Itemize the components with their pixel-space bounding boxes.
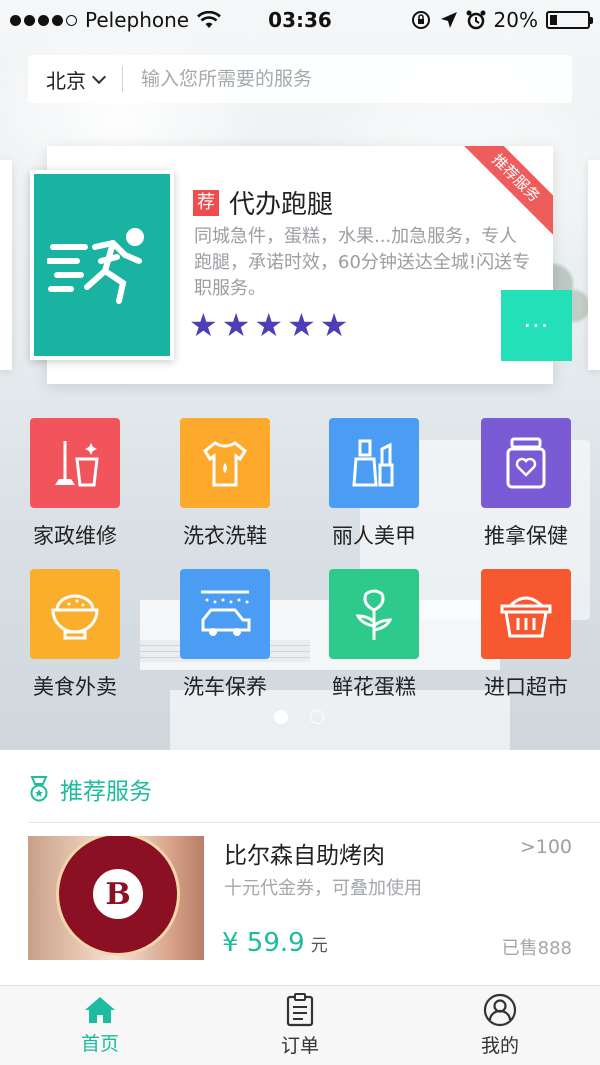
star-icon: ★	[319, 306, 349, 344]
category-2[interactable]: 洗衣洗鞋	[165, 418, 285, 550]
category-5[interactable]: 美食外卖	[15, 569, 135, 701]
wifi-icon	[197, 11, 222, 28]
category-tile[interactable]	[30, 569, 120, 659]
list-item[interactable]: B 比尔森自助烤肉 >100 十元代金券，可叠加使用 ¥ 59.9 元 已售88…	[28, 836, 572, 960]
battery-percentage: 20%	[493, 8, 538, 32]
tab-profile[interactable]: 我的	[400, 986, 600, 1065]
star-icon: ★	[287, 306, 316, 344]
more-options-button[interactable]: ···	[501, 290, 572, 361]
logo-letter-b: B	[90, 866, 146, 922]
star-icon: ★	[254, 306, 284, 344]
rotation-lock-icon	[411, 11, 430, 29]
page-dot-2[interactable]	[310, 710, 324, 724]
car-wash-icon	[201, 590, 251, 636]
category-tile[interactable]	[30, 418, 120, 508]
home-icon	[85, 997, 115, 1023]
category-6[interactable]: 洗车保养	[165, 569, 285, 701]
item-subtitle: 十元代金券，可叠加使用	[224, 878, 422, 899]
category-tile[interactable]	[481, 418, 571, 508]
location-arrow-icon	[440, 12, 457, 28]
star-icon: ★	[221, 306, 251, 344]
city-name: 北京	[46, 68, 86, 93]
price-unit: 元	[310, 936, 328, 956]
rating-stars: ★ ★ ★ ★ ★	[189, 308, 348, 342]
item-count: >100	[519, 836, 572, 858]
clipboard-icon	[286, 993, 314, 1027]
category-3[interactable]: 丽人美甲	[314, 418, 434, 550]
recommended-section: 推荐服务 B 比尔森自助烤肉 >100 十元代金券，可叠加使用 ¥ 59.9 元…	[0, 750, 600, 985]
restaurant-logo: B	[56, 836, 180, 956]
category-tile[interactable]	[329, 569, 419, 659]
featured-title: 代办跑腿	[229, 190, 334, 220]
search-input[interactable]	[123, 68, 572, 90]
tab-label: 首页	[80, 1033, 119, 1055]
tab-bar: 首页 订单 我的	[0, 985, 600, 1065]
category-4[interactable]: 推拿保健	[466, 418, 586, 550]
tab-orders[interactable]: 订单	[200, 986, 400, 1065]
tab-label: 我的	[480, 1035, 519, 1057]
status-bar: Pelephone 03:36 20%	[0, 0, 600, 40]
featured-description: 同城急件，蛋糕，水果...加急服务，专人跑腿，承诺时效，60分钟送达全城!闪送专…	[194, 226, 531, 299]
category-label: 美食外卖	[33, 675, 117, 699]
basket-icon	[500, 596, 552, 638]
carrier-name: Pelephone	[85, 8, 190, 32]
battery-icon	[546, 11, 593, 29]
star-icon: ★	[189, 306, 218, 344]
sold-count: 已售888	[501, 938, 572, 959]
category-tile[interactable]	[180, 569, 270, 659]
tab-home[interactable]: 首页	[0, 986, 200, 1065]
massage-jar-icon	[506, 437, 546, 489]
chevron-down-icon	[91, 69, 107, 84]
next-card-peek[interactable]	[588, 160, 600, 370]
medal-icon	[30, 776, 48, 802]
restaurant-image: B	[28, 836, 204, 960]
tshirt-icon	[203, 441, 247, 487]
bucket-mop-icon	[55, 441, 99, 487]
category-label: 洗车保养	[183, 675, 267, 699]
rice-bowl-icon	[51, 594, 99, 640]
category-7[interactable]: 鲜花蛋糕	[314, 569, 434, 701]
nail-polish-icon	[352, 439, 394, 487]
category-label: 鲜花蛋糕	[332, 675, 416, 699]
featured-image	[30, 170, 174, 360]
section-divider	[28, 822, 600, 823]
category-label: 推拿保健	[484, 524, 568, 548]
item-name: 比尔森自助烤肉	[224, 843, 385, 869]
category-label: 丽人美甲	[332, 524, 416, 548]
search-bar: 北京	[28, 55, 572, 103]
category-label: 洗衣洗鞋	[183, 524, 267, 548]
category-8[interactable]: 进口超市	[466, 569, 586, 701]
user-icon	[483, 993, 517, 1027]
featured-title-row: 荐 代办跑腿	[193, 184, 333, 221]
previous-card-peek[interactable]	[0, 160, 12, 370]
category-label: 进口超市	[484, 675, 568, 699]
alarm-icon	[466, 10, 486, 30]
price-value: ¥ 59.9	[222, 928, 305, 958]
page-dot-1[interactable]	[274, 710, 288, 724]
category-tile[interactable]	[180, 418, 270, 508]
category-tile[interactable]	[329, 418, 419, 508]
category-label: 家政维修	[33, 524, 117, 548]
signal-strength-icon	[10, 14, 77, 26]
tab-label: 订单	[280, 1035, 319, 1057]
recommended-title: 推荐服务	[60, 779, 152, 805]
category-tile[interactable]	[481, 569, 571, 659]
city-selector[interactable]: 北京	[28, 55, 122, 103]
rose-icon	[355, 589, 393, 640]
page-indicator	[274, 710, 324, 724]
recommend-tag: 荐	[193, 189, 219, 216]
category-1[interactable]: 家政维修	[15, 418, 135, 550]
item-price: ¥ 59.9 元	[222, 928, 328, 958]
running-man-icon	[47, 228, 144, 304]
